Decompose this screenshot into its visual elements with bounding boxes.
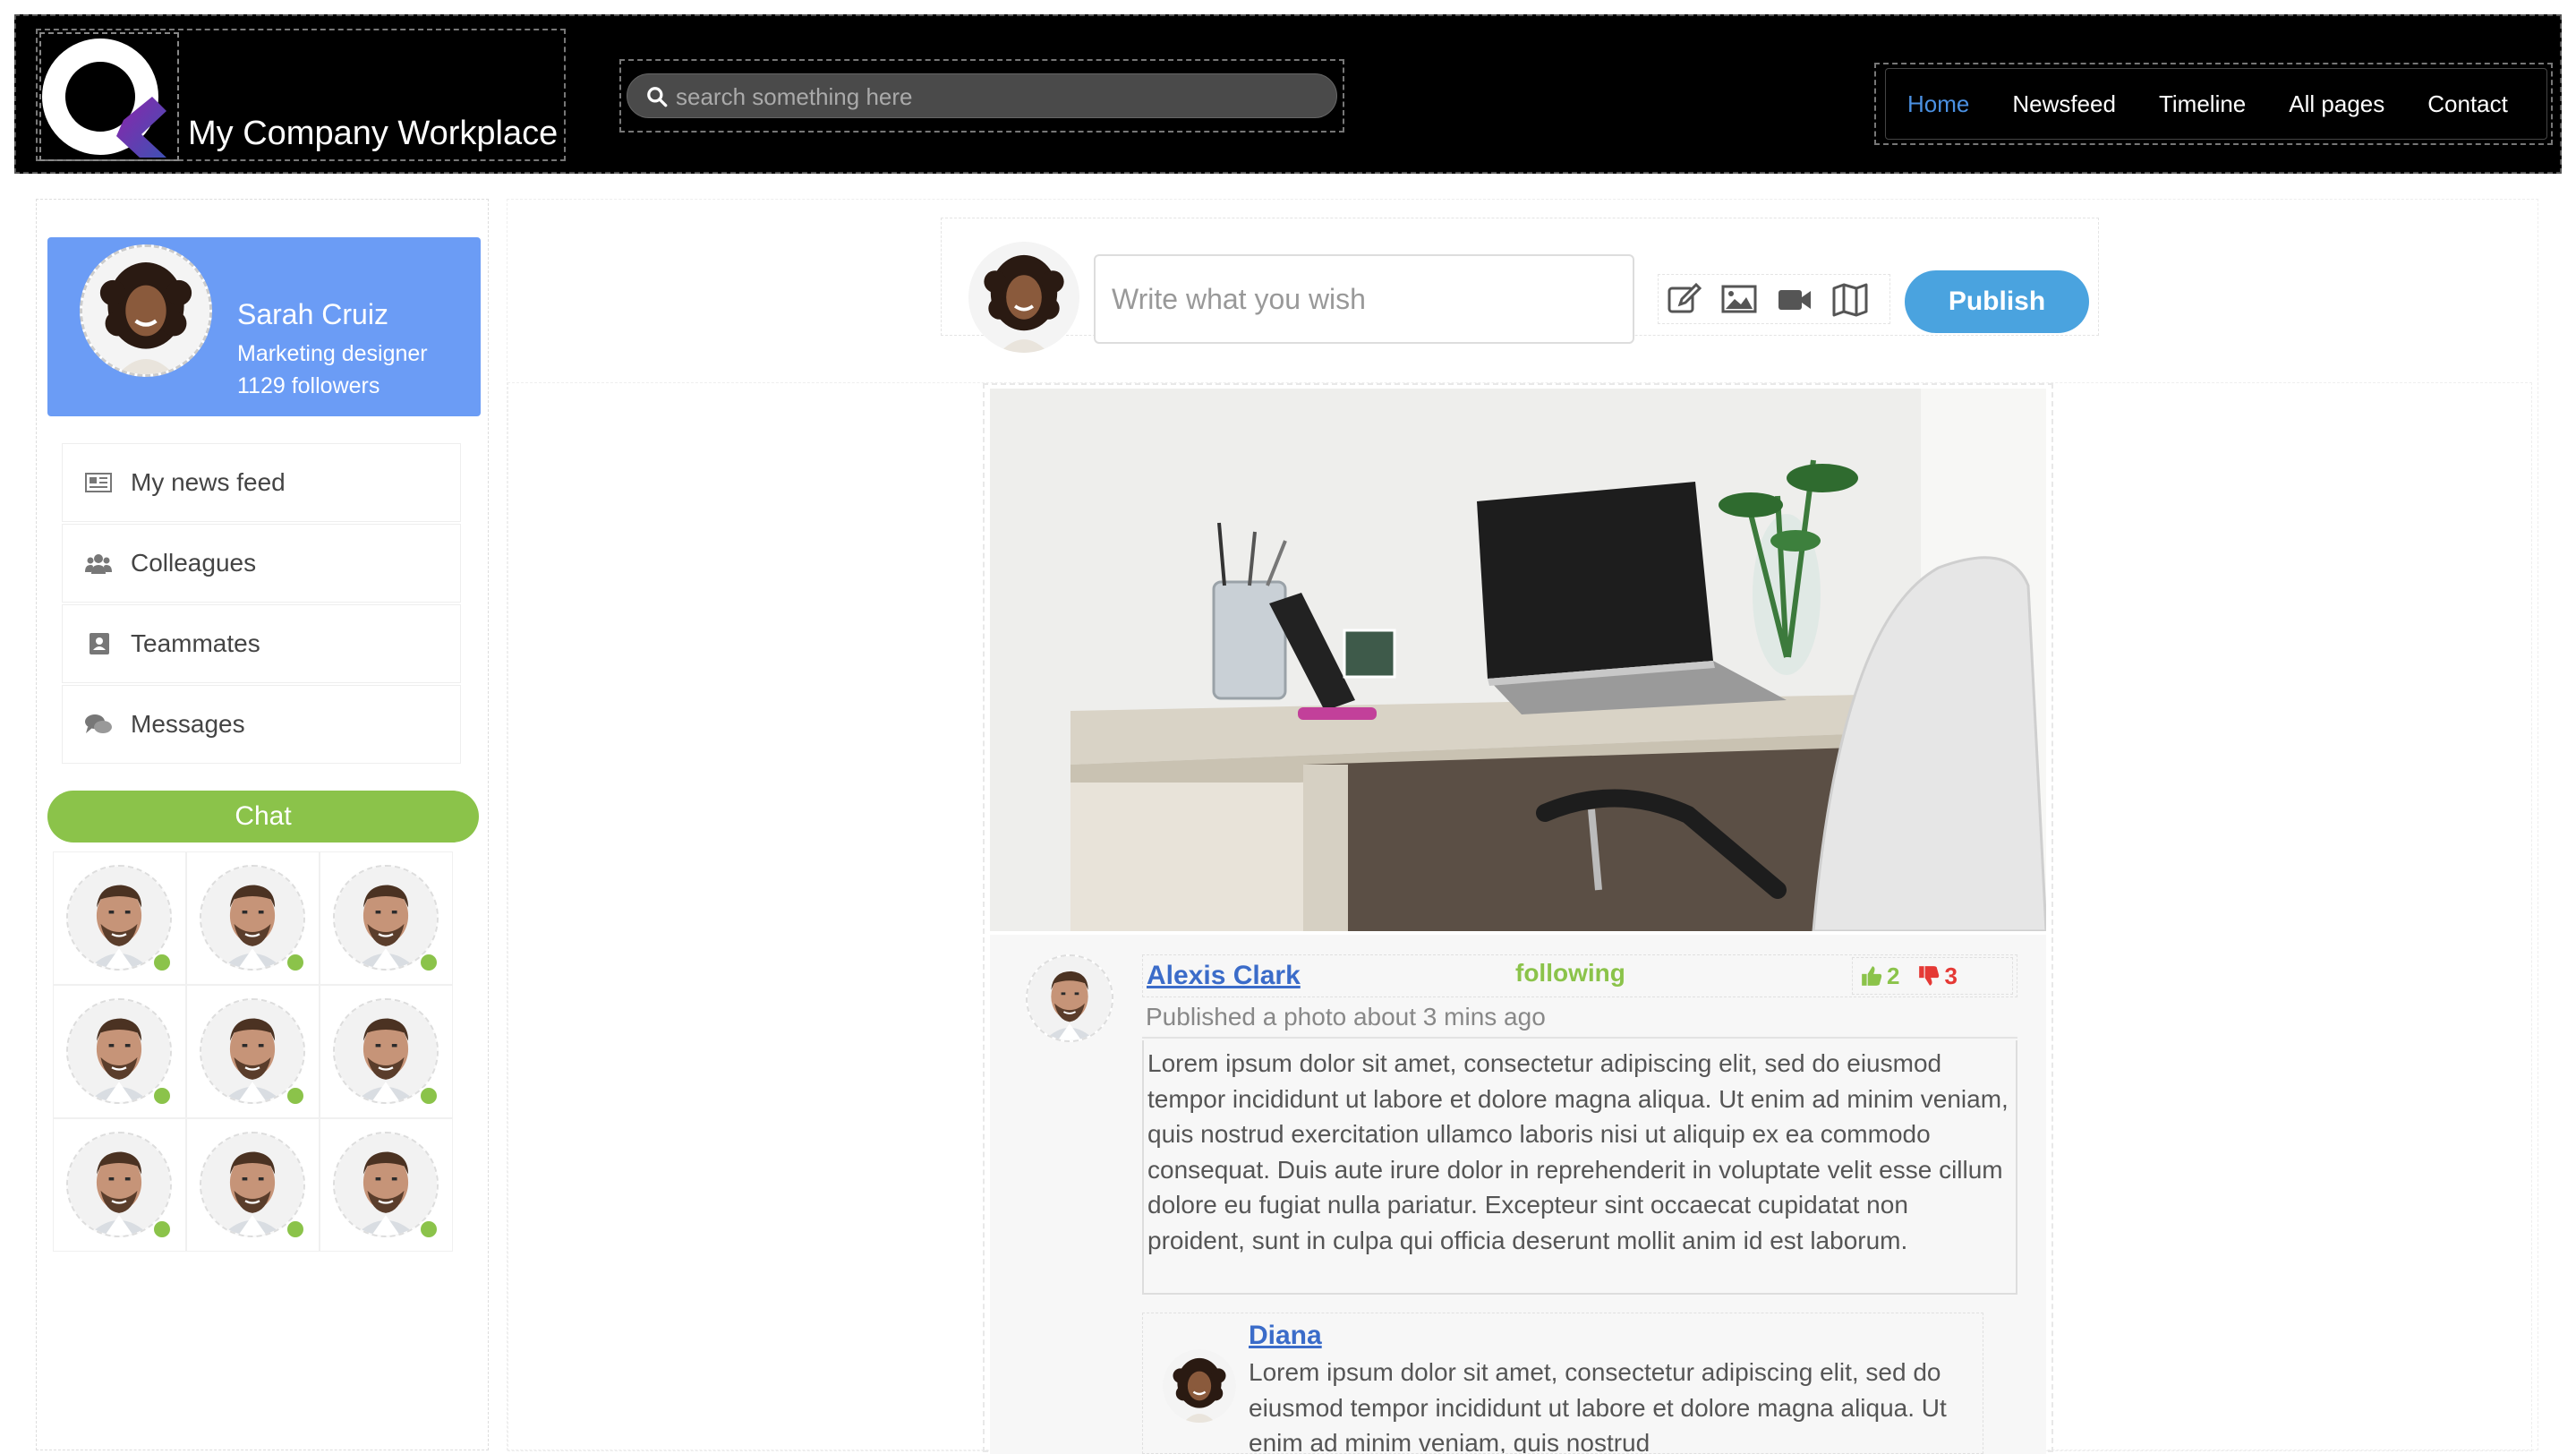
nav-home[interactable]: Home [1886,90,1991,118]
brand-name: My Company Workplace [188,115,559,152]
post-timestamp: Published a photo about 3 mins ago [1142,999,2017,1039]
chat-contact[interactable] [320,851,453,985]
author-avatar[interactable] [1026,954,1113,1042]
chat-contact[interactable] [320,1118,453,1252]
sidebar-item-colleagues[interactable]: Colleagues [62,524,461,603]
image-icon[interactable] [1719,279,1759,319]
online-status-icon [286,1219,305,1239]
feed-post: Alexis Clark following 2 3 Published a p… [983,383,2053,1454]
like-count: 2 [1887,962,1900,989]
post-text: Lorem ipsum dolor sit amet, consectetur … [1142,1040,2017,1295]
online-status-icon [419,1086,439,1106]
main-nav: Home Newsfeed Timeline All pages Contact [1885,68,2547,140]
chat-bubbles-icon [85,714,112,733]
like-button[interactable]: 2 [1860,962,1899,990]
nav-contact[interactable]: Contact [2406,90,2529,118]
chat-contact[interactable] [186,851,320,985]
search-bar[interactable] [627,73,1337,118]
post-reactions: 2 3 [1852,957,2013,995]
search-icon [647,87,668,107]
online-status-icon [286,1086,305,1106]
chat-contact[interactable] [186,1118,320,1252]
online-status-icon [152,1086,172,1106]
sidebar-item-label: Teammates [131,629,260,657]
composer-toolbar [1658,274,1890,324]
online-status-icon [286,953,305,972]
brand[interactable]: My Company Workplace [36,29,566,161]
news-feed: Alexis Clark following 2 3 Published a p… [508,382,2532,1454]
profile-followers: 1129 followers [237,373,380,398]
post-author-row: Alexis Clark following 2 3 [1142,954,2017,997]
online-status-icon [152,953,172,972]
post-photo[interactable] [990,389,2046,931]
chat-contact[interactable] [320,985,453,1118]
profile-name[interactable]: Sarah Cruiz [237,298,388,331]
contact-book-icon [90,633,109,654]
thumbs-down-icon [1919,966,1940,986]
post-details: Alexis Clark following 2 3 Published a p… [990,935,2046,1454]
main-content: Publish [507,199,2538,1454]
thumbs-up-icon [1862,966,1882,986]
chat-contact[interactable] [53,1118,186,1252]
profile-avatar[interactable] [80,244,212,377]
online-status-icon [419,1219,439,1239]
online-status-icon [419,953,439,972]
map-icon[interactable] [1830,279,1870,319]
sidebar-item-label: My news feed [131,468,286,496]
search-container [619,59,1344,133]
top-header: My Company Workplace Home Newsfeed Timel… [14,14,2562,174]
users-icon [85,554,112,574]
nav-all-pages[interactable]: All pages [2267,90,2406,118]
commenter-name-link[interactable]: Diana [1249,1321,1322,1351]
profile-card[interactable]: Sarah Cruiz Marketing designer 1129 foll… [47,237,481,416]
following-badge[interactable]: following [1515,959,1625,988]
search-input[interactable] [676,80,1320,114]
profile-role: Marketing designer [237,341,428,366]
chat-button[interactable]: Chat [47,791,479,842]
chat-contact[interactable] [186,985,320,1118]
chat-contact[interactable] [53,851,186,985]
commenter-avatar[interactable] [1163,1349,1236,1423]
online-status-icon [152,1219,172,1239]
video-icon[interactable] [1775,279,1814,319]
edit-icon[interactable] [1664,279,1703,319]
post-input[interactable] [1094,254,1634,344]
sidebar-item-messages[interactable]: Messages [62,685,461,764]
publish-button[interactable]: Publish [1905,270,2089,333]
left-sidebar: Sarah Cruiz Marketing designer 1129 foll… [36,199,489,1450]
chat-contacts-grid [53,851,454,1252]
nav-newsfeed[interactable]: Newsfeed [1991,90,2137,118]
nav-timeline[interactable]: Timeline [2137,90,2267,118]
sidebar-item-news-feed[interactable]: My news feed [62,443,461,522]
comment-text: Lorem ipsum dolor sit amet, consectetur … [1249,1358,1947,1454]
author-name-link[interactable]: Alexis Clark [1143,961,1301,991]
sidebar-menu: My news feed Colleagues Teammates Messag… [62,443,461,765]
sidebar-item-teammates[interactable]: Teammates [62,604,461,683]
composer-avatar [968,242,1079,353]
newspaper-icon [85,473,112,492]
dislike-button[interactable]: 3 [1917,962,1958,990]
post-composer: Publish [941,218,2099,353]
nav-container: Home Newsfeed Timeline All pages Contact [1874,63,2553,145]
company-logo[interactable] [39,32,179,161]
sidebar-item-label: Messages [131,710,245,738]
chat-contact[interactable] [53,985,186,1118]
dislike-count: 3 [1944,962,1958,989]
post-comment: Diana Lorem ipsum dolor sit amet, consec… [1142,1313,1983,1454]
sidebar-item-label: Colleagues [131,549,257,577]
